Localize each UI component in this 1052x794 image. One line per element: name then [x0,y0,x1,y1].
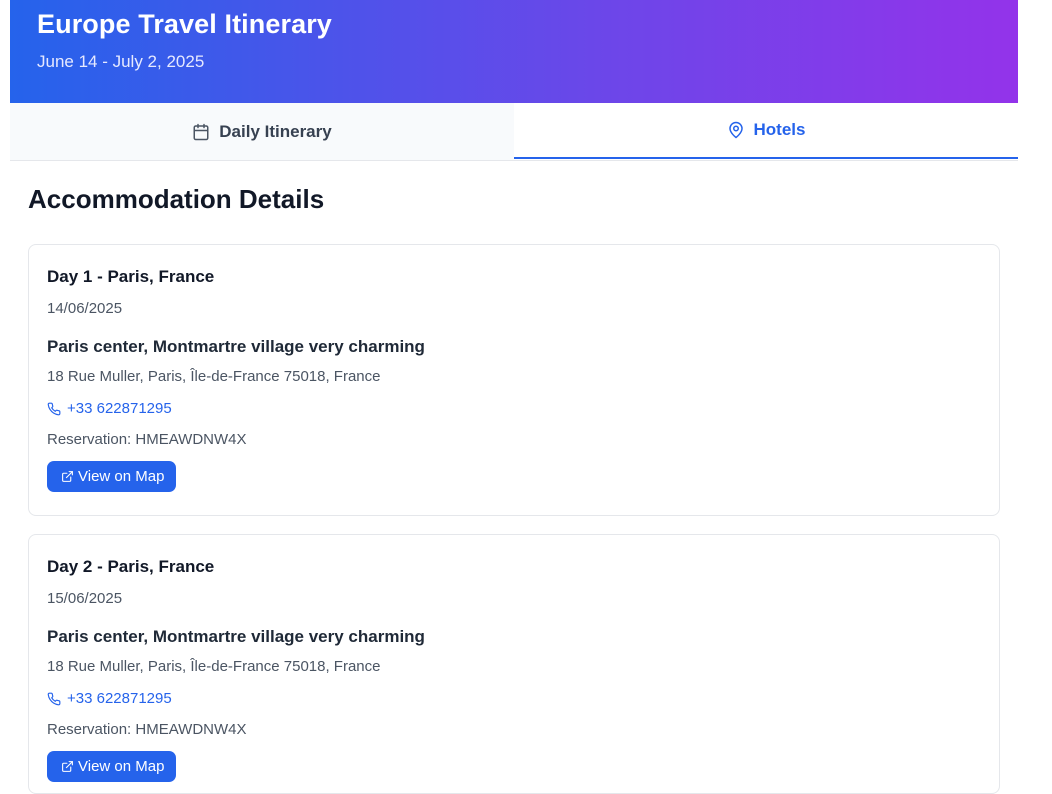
hotel-phone-number: +33 622871295 [67,690,172,707]
view-on-map-button[interactable]: View on Map [47,461,177,492]
view-on-map-button[interactable]: View on Map [47,751,177,782]
external-link-icon [62,471,73,482]
calendar-icon [193,123,209,140]
reservation-label: Reservation: [47,721,132,738]
phone-icon [47,692,61,706]
hotel-date: 14/06/2025 [47,300,123,317]
hotel-phone-number: +33 622871295 [67,400,172,417]
hotel-card: Day 2 - Paris, France 15/06/2025 Paris c… [28,534,1000,794]
hotel-day-heading: Day 2 - Paris, France [47,557,215,576]
app: Europe Travel Itinerary June 14 - July 2… [10,0,1018,794]
tab-daily-itinerary-label: Daily Itinerary [219,121,332,141]
hotel-name: Paris center, Montmartre village very ch… [47,627,425,646]
reservation-code: HMEAWDNW4X [135,431,247,448]
phone-icon [47,402,61,416]
hotel-name: Paris center, Montmartre village very ch… [47,337,425,356]
reservation-label: Reservation: [47,431,132,448]
hotel-address: 18 Rue Muller, Paris, Île-de-France 7501… [47,658,381,675]
main-content: Accommodation Details Day 1 - Paris, Fra… [10,183,1018,794]
section-title: Accommodation Details [28,184,325,214]
reservation-info: Reservation: HMEAWDNW4X [47,720,981,740]
map-pin-icon [728,121,743,139]
tab-hotels[interactable]: Hotels [514,103,1018,159]
hotel-phone-link[interactable]: +33 622871295 [47,689,981,709]
view-on-map-label: View on Map [78,758,165,775]
hotel-phone-link[interactable]: +33 622871295 [47,399,981,419]
hotel-date: 15/06/2025 [47,590,123,607]
tab-daily-itinerary[interactable]: Daily Itinerary [10,103,514,160]
reservation-info: Reservation: HMEAWDNW4X [47,430,981,450]
page-header: Europe Travel Itinerary June 14 - July 2… [10,0,1018,103]
page-title: Europe Travel Itinerary [37,9,332,39]
reservation-code: HMEAWDNW4X [135,721,247,738]
tab-hotels-label: Hotels [753,120,806,139]
hotel-day-heading: Day 1 - Paris, France [47,267,215,286]
tab-bar: Daily Itinerary Hotels [10,103,1018,161]
hotel-card: Day 1 - Paris, France 14/06/2025 Paris c… [28,244,1000,516]
external-link-icon [62,761,73,772]
view-on-map-label: View on Map [78,468,165,485]
hotel-address: 18 Rue Muller, Paris, Île-de-France 7501… [47,368,381,385]
trip-dates: June 14 - July 2, 2025 [37,52,205,71]
